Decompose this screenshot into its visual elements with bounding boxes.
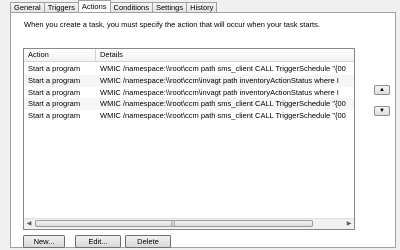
actions-panel: When you create a task, you must specify… [10, 12, 396, 248]
grip-icon: ||| [171, 221, 175, 227]
table-row[interactable]: Start a program WMIC /namespace:\\root\c… [24, 63, 354, 75]
horizontal-scrollbar[interactable]: ◀ ||| ▶ [24, 218, 354, 229]
table-row[interactable]: Start a program WMIC /namespace:\\root\c… [24, 74, 354, 87]
details-cell: WMIC /namespace:\\root\ccm path sms_clie… [100, 99, 346, 109]
column-header-action[interactable]: Action [24, 49, 96, 61]
move-up-button[interactable]: ▲ [374, 85, 390, 95]
column-header-details[interactable]: Details [96, 49, 354, 61]
table-row[interactable]: Start a program WMIC /namespace:\\root\c… [24, 87, 354, 99]
details-cell: WMIC /namespace:\\root\ccm path sms_clie… [100, 111, 346, 121]
table-row[interactable]: Start a program WMIC /namespace:\\root\c… [24, 98, 354, 111]
actions-list[interactable]: Action Details Start a program WMIC /nam… [23, 48, 355, 230]
tab-history[interactable]: History [186, 2, 218, 12]
triangle-down-icon: ▼ [379, 108, 385, 114]
table-row[interactable]: Start a program WMIC /namespace:\\root\c… [24, 110, 354, 122]
tab-triggers[interactable]: Triggers [43, 2, 79, 12]
new-button[interactable]: New... [23, 235, 65, 248]
action-cell: Start a program [28, 64, 81, 73]
list-header: Action Details [24, 49, 354, 62]
scroll-left-icon[interactable]: ◀ [24, 219, 34, 229]
details-cell: WMIC /namespace:\\root\ccm path sms_clie… [100, 64, 346, 73]
tab-conditions[interactable]: Conditions [109, 2, 153, 12]
tab-strip: General Triggers Actions Conditions Sett… [10, 0, 218, 12]
triangle-up-icon: ▲ [379, 87, 385, 93]
action-cell: Start a program [28, 111, 81, 121]
tab-settings[interactable]: Settings [151, 2, 188, 12]
action-cell: Start a program [28, 99, 81, 109]
tab-actions[interactable]: Actions [77, 0, 111, 12]
action-cell: Start a program [28, 75, 81, 85]
details-cell: WMIC /namespace:\\root\ccm\invagt path i… [100, 75, 339, 85]
edit-button[interactable]: Edit... [75, 235, 121, 248]
move-down-button[interactable]: ▼ [374, 106, 390, 116]
list-rows: Start a program WMIC /namespace:\\root\c… [24, 63, 354, 122]
delete-button[interactable]: Delete [125, 235, 171, 248]
scrollbar-thumb[interactable]: ||| [35, 220, 313, 227]
action-cell: Start a program [28, 87, 81, 97]
tab-general[interactable]: General [10, 2, 45, 12]
details-cell: WMIC /namespace:\\root\ccm\invagt path i… [100, 87, 339, 97]
scroll-right-icon[interactable]: ▶ [344, 219, 354, 229]
description-text: When you create a task, you must specify… [24, 20, 320, 29]
